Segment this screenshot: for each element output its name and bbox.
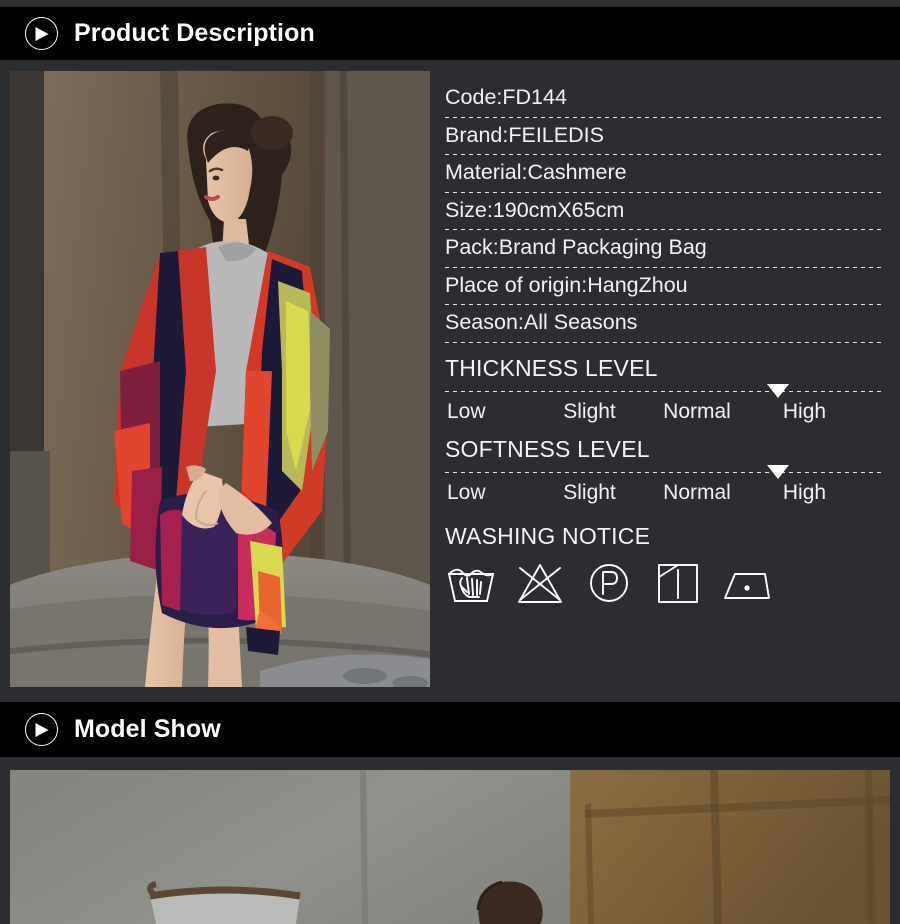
spec-pack: Pack:Brand Packaging Bag: [445, 235, 707, 260]
play-arrow-circle-icon: [25, 17, 58, 50]
section-title-product-description: Product Description: [74, 19, 315, 47]
section-header-product-description: Product Description: [0, 7, 900, 60]
softness-option-normal[interactable]: Normal: [642, 481, 752, 505]
thickness-level-block: THICKNESS LEVEL Low Slight Normal High: [440, 355, 890, 424]
spec-row: Place of origin:HangZhou: [440, 268, 890, 305]
thickness-level-marker: [767, 383, 789, 398]
iron-low-heat-icon: [721, 560, 773, 606]
spec-place-of-origin: Place of origin:HangZhou: [445, 272, 688, 297]
softness-level-title: SOFTNESS LEVEL: [445, 435, 650, 462]
spec-code: Code:FD144: [445, 85, 567, 109]
spec-divider: [445, 341, 882, 343]
thickness-option-normal[interactable]: Normal: [642, 400, 752, 424]
product-photo: [10, 71, 430, 687]
drip-dry-icon: [652, 560, 704, 606]
spec-row: Size:190cmX65cm: [440, 193, 890, 230]
section-title-model-show: Model Show: [74, 715, 221, 743]
model-photo: [10, 770, 890, 924]
play-arrow-circle-icon: [25, 713, 58, 746]
spec-row: Pack:Brand Packaging Bag: [440, 230, 890, 267]
softness-option-high[interactable]: High: [752, 481, 857, 505]
softness-option-slight[interactable]: Slight: [537, 481, 642, 505]
section-header-model-show: Model Show: [0, 702, 900, 757]
spec-material: Material:Cashmere: [445, 160, 627, 185]
do-not-bleach-icon: [514, 560, 566, 606]
spec-list: Code:FD144 Brand:FEILEDIS Material:Cashm…: [440, 80, 890, 343]
softness-scale-line: [445, 471, 882, 473]
softness-level-block: SOFTNESS LEVEL Low Slight Normal High: [440, 436, 890, 505]
spec-row: Brand:FEILEDIS: [440, 118, 890, 155]
softness-option-low[interactable]: Low: [445, 481, 537, 505]
thickness-level-scale: [440, 383, 890, 398]
spec-size: Size:190cmX65cm: [445, 197, 625, 222]
thickness-option-low[interactable]: Low: [445, 400, 537, 424]
spec-brand: Brand:FEILEDIS: [445, 122, 604, 147]
softness-level-marker: [767, 464, 789, 479]
thickness-level-title: THICKNESS LEVEL: [445, 354, 658, 381]
thickness-scale-line: [445, 390, 882, 392]
spec-row: Code:FD144: [440, 80, 890, 117]
product-info-panel: Code:FD144 Brand:FEILEDIS Material:Cashm…: [440, 80, 890, 606]
hand-wash-icon: [445, 560, 497, 606]
dry-clean-p-icon: [583, 560, 635, 606]
thickness-level-labels: Low Slight Normal High: [440, 400, 890, 424]
softness-level-scale: [440, 464, 890, 479]
thickness-option-slight[interactable]: Slight: [537, 400, 642, 424]
washing-icon-row: [440, 560, 890, 606]
spec-season: Season:All Seasons: [445, 310, 638, 335]
product-description-page: Product Description Code:FD144 Brand:FEI…: [0, 0, 900, 924]
spec-row: Material:Cashmere: [440, 155, 890, 192]
washing-notice-block: WASHING NOTICE: [440, 523, 890, 606]
thickness-option-high[interactable]: High: [752, 400, 857, 424]
softness-level-labels: Low Slight Normal High: [440, 481, 890, 505]
spec-row: Season:All Seasons: [440, 305, 890, 342]
washing-notice-title: WASHING NOTICE: [445, 522, 651, 549]
